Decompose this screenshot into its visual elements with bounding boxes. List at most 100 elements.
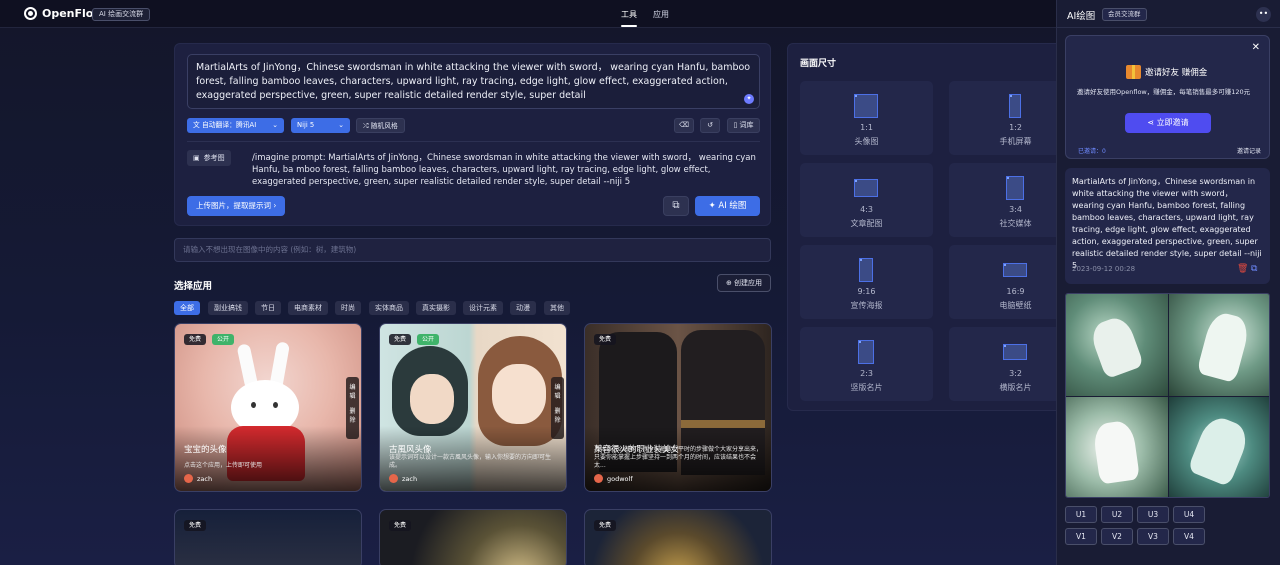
free-badge: 免费 — [389, 334, 412, 345]
result-image-1[interactable] — [1066, 294, 1168, 396]
app-card[interactable]: 免费 公开 编辑 删除 宝宝的头像 点击这个应用，上传即可使用 zach — [174, 323, 362, 492]
free-badge: 免费 — [594, 334, 617, 345]
invite-title-text: 邀请好友 赚佣金 — [1145, 68, 1208, 78]
ai-assist-icon[interactable]: ✦ — [744, 94, 754, 104]
lexicon-button[interactable]: ▯ 词库 — [727, 118, 760, 133]
category-fashion[interactable]: 时尚 — [335, 301, 361, 315]
copy-icon[interactable]: ⧉ — [1251, 264, 1257, 274]
invite-records-link[interactable]: 邀请记录 — [1237, 146, 1261, 155]
edit-button[interactable]: 编辑 — [349, 383, 356, 401]
trash-icon[interactable]: 🗑 — [1237, 264, 1248, 274]
member-group-button[interactable]: 会员交流群 — [1102, 8, 1147, 21]
upscale-1-button[interactable]: U1 — [1065, 506, 1097, 523]
auto-translate-select[interactable]: 文 自动翻译：腾讯AI ⌄ — [187, 118, 284, 133]
chevron-down-icon: ⌄ — [272, 121, 278, 129]
chevron-down-icon: ⌄ — [338, 121, 344, 129]
app-card[interactable]: 免费 — [174, 509, 362, 565]
model-value: Niji 5 — [297, 121, 315, 129]
delete-button[interactable]: 删除 — [554, 407, 561, 425]
upscale-3-button[interactable]: U3 — [1137, 506, 1169, 523]
category-ecommerce[interactable]: 电商素材 — [288, 301, 328, 315]
variation-4-button[interactable]: V4 — [1173, 528, 1205, 545]
author-name: zach — [197, 474, 213, 483]
invite-description: 邀请好友使用Openflow，赚佣金，每笔销售最多可赚120元 — [1077, 88, 1251, 96]
size-name: 宣传海报 — [850, 301, 883, 310]
copy-icon: ⧉ — [672, 200, 680, 211]
history-button[interactable]: ↺ — [700, 118, 720, 133]
imagine-command: /imagine prompt: MartialArts of JinYong，… — [252, 153, 756, 187]
close-icon[interactable]: ✕ — [1252, 42, 1260, 53]
invite-now-button[interactable]: ⋖ 立即邀请 — [1125, 113, 1211, 133]
translate-icon: 文 — [193, 121, 200, 129]
result-image-4[interactable] — [1169, 397, 1269, 497]
card-image-girl-face — [492, 364, 546, 424]
variation-3-button[interactable]: V3 — [1137, 528, 1169, 545]
category-all[interactable]: 全部 — [174, 301, 200, 315]
size-option-2-3[interactable]: 2:3 竖版名片 — [800, 327, 933, 401]
variation-1-button[interactable]: V1 — [1065, 528, 1097, 545]
copy-prompt-button[interactable]: ⧉ — [663, 196, 689, 216]
create-app-label: 创建应用 — [734, 279, 763, 287]
app-card[interactable]: 免费 公开 编辑 删除 古風风头像 该提示词可以设计一款古風风头像，输入你想要的… — [379, 323, 567, 492]
app-card[interactable]: 免费 某音很火的职业装美女 具体该怎么做呢？我今天把我们平时的步骤做个大家分享出… — [584, 323, 772, 492]
clear-button[interactable]: ⌫ — [674, 118, 694, 133]
upscale-2-button[interactable]: U2 — [1101, 506, 1133, 523]
size-option-9-16[interactable]: 9:16 宣传海报 — [800, 245, 933, 319]
result-image-grid[interactable] — [1065, 293, 1270, 498]
category-photography[interactable]: 真实摄影 — [416, 301, 456, 315]
app-card[interactable]: 免费 — [584, 509, 772, 565]
negative-prompt-input[interactable]: 请输入不想出现在图像中的内容 (例如：树，建筑物) — [174, 238, 771, 262]
delete-button[interactable]: 删除 — [349, 407, 356, 425]
free-badge: 免费 — [184, 520, 207, 531]
ratio-landscape-icon — [1003, 263, 1027, 277]
model-select[interactable]: Niji 5 ⌄ — [291, 118, 350, 133]
category-side-hustle[interactable]: 副业搞钱 — [208, 301, 248, 315]
upload-extract-button[interactable]: 上传图片，提取提示词 › — [187, 196, 286, 216]
shuffle-icon: ⤮ — [363, 122, 369, 130]
upscale-4-button[interactable]: U4 — [1173, 506, 1205, 523]
create-app-button[interactable]: ⊕ 创建应用 — [717, 274, 771, 292]
apps-section-title: 选择应用 — [174, 281, 213, 292]
plus-circle-icon: ⊕ — [725, 279, 732, 287]
app-card[interactable]: 免费 — [379, 509, 567, 565]
divider — [187, 141, 760, 142]
image-icon: ▣ — [193, 154, 200, 162]
ratio-square-icon — [854, 94, 878, 118]
size-option-4-3[interactable]: 4:3 文章配图 — [800, 163, 933, 237]
size-ratio: 9:16 — [857, 287, 876, 296]
free-badge: 免费 — [594, 520, 617, 531]
public-badge: 公开 — [212, 334, 235, 345]
edit-button[interactable]: 编辑 — [554, 383, 561, 401]
category-design[interactable]: 设计元素 — [463, 301, 503, 315]
ratio-portrait-icon — [859, 258, 873, 282]
more-icon[interactable]: •• — [1256, 7, 1271, 22]
community-group-badge[interactable]: AI 绘画交流群 — [92, 8, 151, 21]
upload-label: 上传图片，提取提示词 — [196, 201, 271, 210]
right-panel: AI绘图 会员交流群 •• ✕ 邀请好友 赚佣金 邀请好友使用Openflow，… — [1056, 0, 1280, 565]
category-products[interactable]: 实体商品 — [369, 301, 409, 315]
category-festival[interactable]: 节日 — [255, 301, 281, 315]
ratio-portrait-icon — [1006, 176, 1024, 200]
ratio-portrait-icon — [858, 340, 874, 364]
invite-card: ✕ 邀请好友 赚佣金 邀请好友使用Openflow，赚佣金，每笔销售最多可赚12… — [1065, 35, 1270, 159]
author-name: zach — [402, 474, 418, 483]
translate-label: 自动翻译 — [201, 121, 230, 129]
phone-icon: ▯ — [733, 121, 738, 129]
random-style-button[interactable]: ⤮ 随机风格 — [356, 118, 405, 133]
category-other[interactable]: 其他 — [544, 301, 570, 315]
result-image-2[interactable] — [1169, 294, 1269, 396]
ratio-landscape-icon — [854, 179, 878, 197]
category-anime[interactable]: 动漫 — [510, 301, 536, 315]
ai-draw-button[interactable]: ✦ AI 绘图 — [695, 196, 760, 216]
nav-tab-apps[interactable]: 应用 — [653, 9, 669, 20]
reference-image-button[interactable]: ▣ 参考图 — [187, 150, 231, 166]
lexicon-label: 词库 — [739, 121, 754, 129]
card-author: zach — [389, 474, 417, 483]
prompt-input[interactable]: MartialArts of JinYong，Chinese swordsman… — [187, 54, 760, 109]
size-option-1-1[interactable]: 1:1 头像图 — [800, 81, 933, 155]
result-image-3[interactable] — [1066, 397, 1168, 497]
card-description: 具体该怎么做呢？我今天把我们平时的步骤做个大家分享出来，只要你能掌握上步骤坚持一… — [594, 446, 763, 469]
variation-2-button[interactable]: V2 — [1101, 528, 1133, 545]
nav-tab-tools[interactable]: 工具 — [621, 9, 637, 20]
card-image-boy-face — [410, 374, 454, 424]
